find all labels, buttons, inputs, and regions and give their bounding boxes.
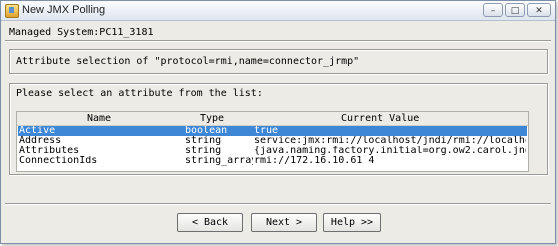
column-header-type[interactable]: Type — [200, 113, 224, 124]
row-name: ConnectionIds — [19, 156, 98, 166]
title-bar[interactable]: New JMX Polling – □ ✕ — [1, 1, 555, 21]
row-type: string_array — [185, 156, 253, 166]
row-type: string — [185, 136, 222, 146]
attribute-selection-label: Attribute selection of "protocol=rmi,nam… — [16, 56, 360, 67]
row-value: rmi://172.16.10.61 4 — [254, 156, 375, 166]
row-name: Address — [19, 136, 62, 146]
managed-system-label: Managed System:PC11_3181 — [9, 27, 154, 38]
table-row[interactable]: Address string service:jmx:rmi://localho… — [18, 136, 527, 146]
window-controls: – □ ✕ — [483, 3, 551, 17]
maximize-icon[interactable]: □ — [505, 3, 525, 17]
next-button[interactable]: Next > — [251, 213, 317, 232]
row-name: Attributes — [19, 146, 80, 156]
attribute-selection-panel: Attribute selection of "protocol=rmi,nam… — [9, 49, 548, 74]
new-jmx-polling-window: New JMX Polling – □ ✕ Managed System:PC1… — [0, 0, 556, 244]
row-value: {java.naming.factory.initial=org.ow2.car… — [254, 146, 526, 156]
attribute-list-panel: Please select an attribute from the list… — [9, 83, 548, 175]
row-name: Active — [19, 126, 56, 136]
minimize-icon[interactable]: – — [483, 3, 503, 17]
column-header-current-value[interactable]: Current Value — [341, 113, 419, 124]
attribute-list-prompt: Please select an attribute from the list… — [16, 88, 263, 99]
column-header-name[interactable]: Name — [87, 113, 111, 124]
row-type: boolean — [185, 126, 228, 136]
row-value: true — [254, 126, 279, 136]
row-type: string — [185, 146, 222, 156]
table-header: Name Type Current Value — [17, 112, 528, 126]
back-button[interactable]: < Back — [177, 213, 243, 232]
header-divider — [5, 40, 551, 42]
table-row[interactable]: Attributes string {java.naming.factory.i… — [18, 146, 527, 156]
row-value: service:jmx:rmi://localhost/jndi/rmi://l… — [254, 136, 526, 146]
attribute-table: Name Type Current Value Active boolean t… — [16, 111, 529, 172]
button-bar-divider — [5, 203, 551, 205]
table-row[interactable]: ConnectionIds string_array rmi://172.16.… — [18, 156, 527, 166]
close-icon[interactable]: ✕ — [527, 3, 551, 17]
help-button[interactable]: Help >> — [323, 213, 381, 232]
app-icon — [5, 4, 19, 18]
window-title: New JMX Polling — [22, 4, 106, 16]
table-row[interactable]: Active boolean true — [18, 126, 527, 136]
